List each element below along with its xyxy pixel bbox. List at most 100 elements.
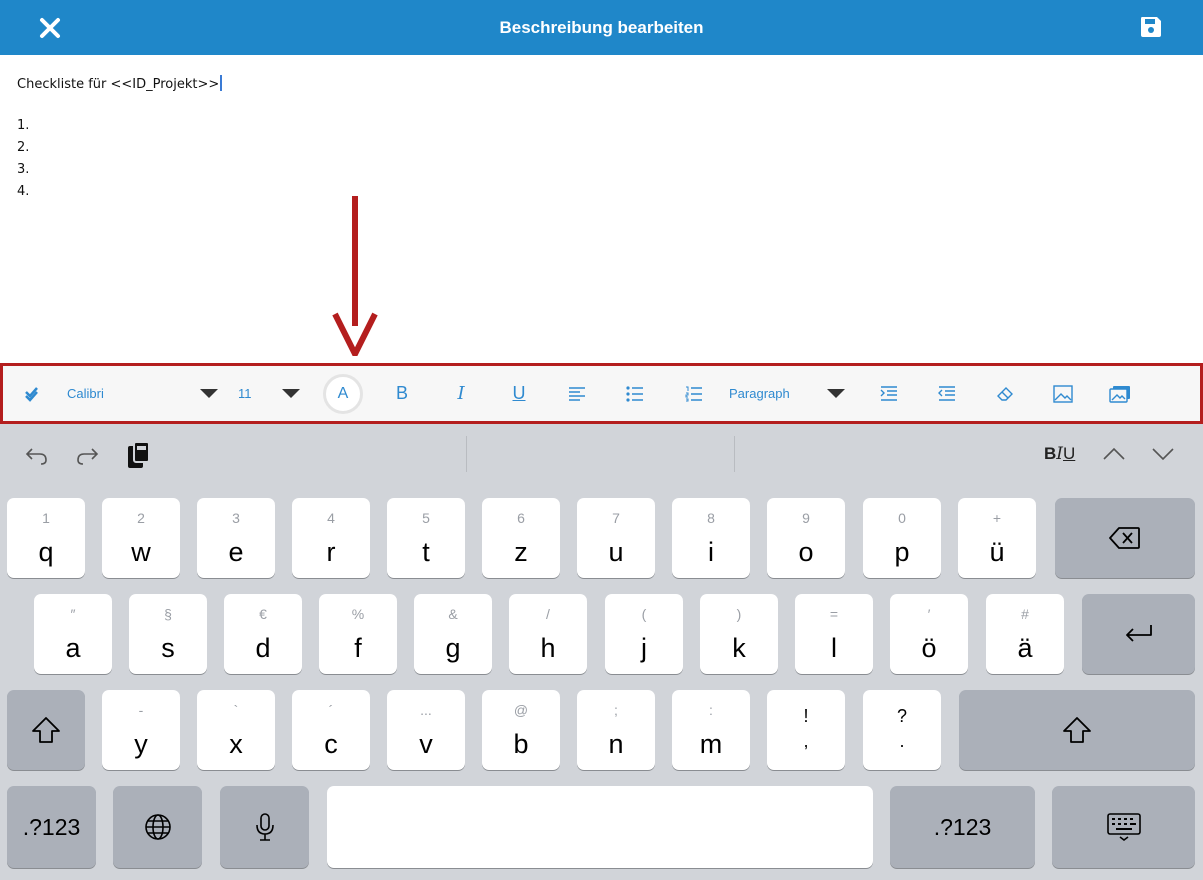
key-question-period[interactable]: ?. — [863, 690, 941, 770]
eraser-icon — [997, 386, 1013, 401]
font-size-dropdown-button[interactable] — [279, 366, 303, 421]
align-button[interactable] — [563, 366, 591, 421]
key-m[interactable]: :m — [672, 690, 750, 770]
key-hint: 3 — [232, 510, 240, 526]
undo-button[interactable] — [24, 442, 50, 473]
key-c[interactable]: ´ c — [292, 690, 370, 770]
font-size-value: 11 — [238, 386, 252, 401]
gallery-icon — [1109, 385, 1130, 403]
key-i[interactable]: 8i — [672, 498, 750, 578]
return-icon — [1125, 625, 1152, 642]
key-k[interactable]: ) k — [700, 594, 778, 674]
previous-field-button[interactable] — [1102, 444, 1126, 469]
key-b[interactable]: @ b — [482, 690, 560, 770]
key-w[interactable]: 2w — [102, 498, 180, 578]
key-a-umlaut[interactable]: # ä — [986, 594, 1064, 674]
page-title: Beschreibung bearbeiten — [499, 18, 704, 37]
shift-key-left[interactable] — [7, 690, 85, 770]
chevron-down-icon — [200, 389, 218, 398]
underline-button[interactable]: U — [505, 366, 533, 421]
key-label: n — [608, 729, 624, 759]
clear-formatting-button[interactable] — [991, 366, 1019, 421]
key-a[interactable]: ″ a — [34, 594, 112, 674]
key-z[interactable]: 6z — [482, 498, 560, 578]
key-x[interactable]: ` x — [197, 690, 275, 770]
key-label: z — [514, 537, 528, 567]
backspace-key[interactable] — [1055, 498, 1195, 578]
key-j[interactable]: (j — [605, 594, 683, 674]
return-key[interactable] — [1082, 594, 1195, 674]
numbers-key-left[interactable]: .?123 — [7, 786, 96, 868]
insert-image-button[interactable] — [1049, 366, 1077, 421]
formatting-toolbar: Calibri 11 A B I U Paragraph — [0, 363, 1203, 424]
key-q[interactable]: 1q — [7, 498, 85, 578]
text-color-button[interactable]: A — [322, 366, 364, 421]
font-size-select[interactable]: 11 — [238, 366, 268, 421]
insert-gallery-button[interactable] — [1106, 366, 1134, 421]
next-field-button[interactable] — [1151, 444, 1175, 469]
shift-key-content — [7, 690, 85, 770]
key-d[interactable]: € d — [224, 594, 302, 674]
key-label: h — [540, 633, 556, 663]
key-hint: / — [546, 606, 550, 622]
numbers-key-right[interactable]: .?123 — [890, 786, 1035, 868]
close-icon — [40, 18, 60, 38]
key-hint: 0 — [898, 510, 906, 526]
key-u[interactable]: 7u — [577, 498, 655, 578]
key-o[interactable]: 9o — [767, 498, 845, 578]
dictation-key-content — [220, 786, 309, 868]
globe-key[interactable] — [113, 786, 202, 868]
save-button[interactable] — [1138, 14, 1164, 40]
key-n[interactable]: ; n — [577, 690, 655, 770]
key-hint: 5 — [422, 510, 430, 526]
key-v[interactable]: ... v — [387, 690, 465, 770]
key-hint: : — [709, 702, 713, 718]
numbered-list-button[interactable] — [680, 366, 708, 421]
key-p[interactable]: 0p — [863, 498, 941, 578]
redo-button[interactable] — [74, 442, 100, 473]
outdent-button[interactable] — [933, 366, 961, 421]
key-label: x — [229, 729, 243, 759]
italic-button[interactable]: I — [447, 366, 475, 421]
chevron-down-icon — [827, 389, 845, 398]
key-g[interactable]: & g — [414, 594, 492, 674]
space-key[interactable] — [327, 786, 873, 868]
key-f[interactable]: % f — [319, 594, 397, 674]
indent-button[interactable] — [875, 366, 903, 421]
dismiss-keyboard-key[interactable] — [1052, 786, 1195, 868]
key-o-umlaut[interactable]: ′ ö — [890, 594, 968, 674]
text-editor[interactable]: Checkliste für <<ID_Projekt>> 1. 2. 3. 4… — [0, 55, 1203, 363]
bold-button[interactable]: B — [388, 366, 416, 421]
numbers-key-label: .?123 — [22, 813, 81, 840]
key-r[interactable]: 4r — [292, 498, 370, 578]
shift-key-right[interactable] — [959, 690, 1195, 770]
list-item: 4. — [17, 184, 30, 199]
key-e[interactable]: 3e — [197, 498, 275, 578]
globe-icon — [144, 814, 171, 840]
numbered-list: 1. 2. 3. 4. — [17, 118, 29, 206]
key-h[interactable]: / h — [509, 594, 587, 674]
dictation-key[interactable] — [220, 786, 309, 868]
key-u-umlaut[interactable]: + ü — [958, 498, 1036, 578]
underline-icon: U — [512, 383, 526, 403]
paste-button[interactable] — [126, 440, 152, 475]
key-s[interactable]: § s — [129, 594, 207, 674]
block-format-dropdown-button[interactable] — [824, 366, 848, 421]
key-l[interactable]: = l — [795, 594, 873, 674]
spellcheck-button[interactable] — [19, 366, 49, 421]
dismiss-keyboard-key-content — [1052, 786, 1195, 868]
key-t[interactable]: 5t — [387, 498, 465, 578]
bullet-list-button[interactable] — [621, 366, 649, 421]
key-y[interactable]: -y — [102, 690, 180, 770]
biu-format-button[interactable]: BIU — [1044, 444, 1075, 464]
key-bottom-label: , — [803, 731, 809, 751]
key-bottom-label: . — [899, 731, 905, 751]
block-format-select[interactable]: Paragraph — [729, 366, 819, 421]
key-hint: % — [351, 606, 365, 622]
close-button[interactable] — [36, 14, 64, 42]
key-label: l — [831, 633, 837, 663]
key-exclamation-comma[interactable]: !, — [767, 690, 845, 770]
font-family-dropdown-button[interactable] — [197, 366, 221, 421]
paste-icon — [128, 441, 150, 468]
annotation-arrow — [332, 196, 378, 356]
